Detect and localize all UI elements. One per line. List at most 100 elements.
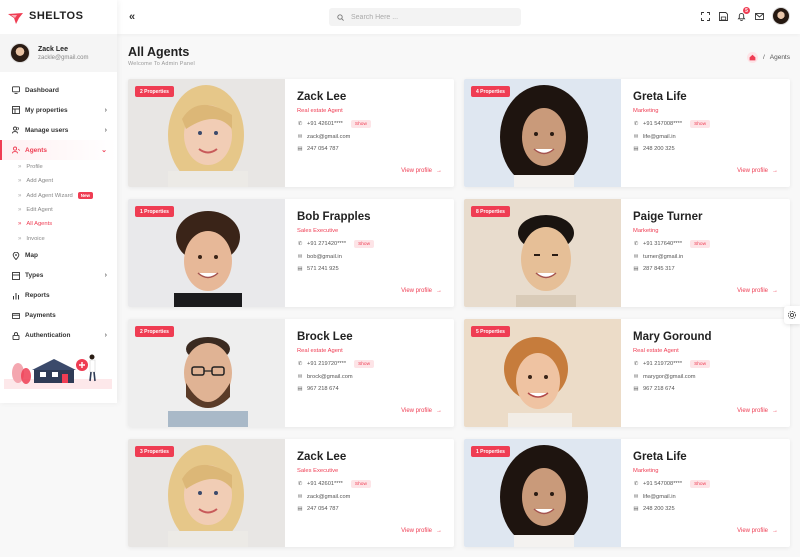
agent-fax: ▤ 248 200 325: [633, 506, 778, 512]
sidebar-item-agents[interactable]: Agents ⌄: [0, 140, 117, 160]
sidebar-item-manage-users[interactable]: Manage users ›: [0, 120, 117, 140]
user-email: zackle@gmail.com: [38, 54, 89, 61]
sidebar-item-label: Payments: [25, 312, 56, 320]
submenu-item-invoice[interactable]: Invoice: [18, 231, 117, 245]
collapse-sidebar-icon[interactable]: «: [129, 11, 135, 23]
submenu-label: Edit Agent: [26, 207, 53, 214]
agent-name: Bob Frapples: [297, 211, 371, 223]
sidebar-item-dashboard[interactable]: Dashboard: [0, 80, 117, 100]
sidebar-item-reports[interactable]: Reports: [0, 286, 117, 306]
show-phone-button[interactable]: Show: [354, 360, 375, 368]
printer-icon: ▤: [633, 386, 639, 392]
search-bar[interactable]: [329, 8, 521, 26]
sidebar-item-payments[interactable]: Payments: [0, 306, 117, 326]
agent-email: ✉ marygor@gmail.com: [633, 374, 778, 380]
view-profile-label: View profile: [401, 168, 432, 174]
breadcrumb: / Agents: [746, 52, 790, 63]
agent-card: 2 Properties Zack Lee Real estate Agent …: [128, 79, 454, 187]
agent-role: Real estate Agent: [297, 108, 343, 114]
home-icon[interactable]: [746, 52, 758, 63]
sidebar-item-authentication[interactable]: Authentication ›: [0, 326, 117, 346]
agent-card: 4 Properties Greta Life Marketing ✆ +91 5…: [464, 79, 790, 187]
sidebar-item-map[interactable]: Map: [0, 246, 117, 266]
show-phone-button[interactable]: Show: [350, 120, 371, 128]
bell-icon[interactable]: 5: [736, 7, 750, 21]
mail-icon: ✉: [297, 494, 303, 500]
agent-phone: ✆ +91 547008**** Show: [633, 480, 778, 488]
submenu-item-add-agent[interactable]: Add Agent: [18, 174, 117, 188]
submenu-item-add-agent-wizard[interactable]: Add Agent Wizard New: [18, 189, 117, 203]
properties-badge: 4 Properties: [471, 86, 510, 97]
fullscreen-icon[interactable]: [700, 11, 710, 21]
chevron-down-icon: ⌄: [101, 147, 107, 154]
phone-number: +91 547008****: [643, 121, 683, 127]
view-profile-link[interactable]: View profile →: [737, 408, 778, 414]
save-icon[interactable]: [718, 11, 728, 21]
fax-number: 967 218 674: [307, 386, 339, 392]
show-phone-button[interactable]: Show: [354, 240, 375, 248]
phone-icon: ✆: [633, 481, 639, 487]
submenu-item-profile[interactable]: Profile: [18, 160, 117, 174]
agent-fax: ▤ 247 054 787: [297, 506, 442, 512]
phone-number: +91 219720****: [307, 361, 347, 367]
settings-gear-icon[interactable]: [784, 306, 800, 324]
sidebar-item-my-properties[interactable]: My properties ›: [0, 100, 117, 120]
view-profile-link[interactable]: View profile →: [737, 168, 778, 174]
chevron-right-icon: ›: [104, 332, 107, 340]
agent-info: Zack Lee Sales Executive ✆ +91 42601**** S…: [285, 439, 454, 547]
mail-icon[interactable]: [754, 11, 764, 21]
logo[interactable]: SHELTOS: [0, 0, 117, 32]
arrow-right-icon: →: [772, 528, 778, 534]
submenu-item-edit-agent[interactable]: Edit Agent: [18, 203, 117, 217]
agent-name: Mary Goround: [633, 331, 712, 343]
show-phone-button[interactable]: Show: [690, 480, 711, 488]
header-actions: 5: [700, 7, 790, 25]
agent-info: Bob Frapples Sales Executive ✆ +91 271420…: [285, 199, 454, 307]
view-profile-link[interactable]: View profile →: [737, 288, 778, 294]
view-profile-link[interactable]: View profile →: [737, 528, 778, 534]
search-input[interactable]: [351, 13, 501, 21]
user-profile[interactable]: Zack Lee zackle@gmail.com: [0, 34, 117, 72]
agent-name: Zack Lee: [297, 451, 347, 463]
printer-icon: ▤: [297, 146, 303, 152]
agent-card: 1 Properties Bob Frapples Sales Executiv…: [128, 199, 454, 307]
sidebar-item-types[interactable]: Types ›: [0, 266, 117, 286]
page-subtitle: Welcome To Admin Panel: [128, 61, 195, 67]
phone-number: +91 42601****: [307, 481, 343, 487]
printer-icon: ▤: [633, 266, 639, 272]
email-address: turner@gmail.in: [643, 254, 684, 260]
agent-role: Real estate Agent: [297, 348, 343, 354]
view-profile-link[interactable]: View profile →: [401, 528, 442, 534]
show-phone-button[interactable]: Show: [350, 480, 371, 488]
submenu-item-all-agents[interactable]: All Agents: [18, 217, 117, 231]
agent-card: 3 Properties Zack Lee Sales Executive ✆ +…: [128, 439, 454, 547]
fax-number: 248 200 325: [643, 506, 675, 512]
phone-icon: ✆: [297, 241, 303, 247]
sidebar-nav: Dashboard My properties › Manage users ›…: [0, 80, 117, 346]
view-profile-label: View profile: [401, 528, 432, 534]
avatar[interactable]: [772, 7, 790, 25]
agent-email: ✉ life@gmail.in: [633, 134, 778, 140]
show-phone-button[interactable]: Show: [690, 240, 711, 248]
view-profile-link[interactable]: View profile →: [401, 408, 442, 414]
view-profile-link[interactable]: View profile →: [401, 168, 442, 174]
printer-icon: ▤: [297, 266, 303, 272]
logo-mark-icon: [8, 11, 23, 24]
avatar: [10, 43, 30, 63]
printer-icon: ▤: [297, 506, 303, 512]
agent-photo: 8 Properties: [464, 199, 621, 307]
agent-fax: ▤ 247 054 787: [297, 146, 442, 152]
phone-number: +91 42601****: [307, 121, 343, 127]
show-phone-button[interactable]: Show: [690, 120, 711, 128]
view-profile-link[interactable]: View profile →: [401, 288, 442, 294]
printer-icon: ▤: [297, 386, 303, 392]
view-profile-label: View profile: [737, 408, 768, 414]
show-phone-button[interactable]: Show: [690, 360, 711, 368]
agent-email: ✉ brock@gmail.com: [297, 374, 442, 380]
sidebar-item-label: Agents: [25, 146, 48, 154]
user-name: Zack Lee: [38, 45, 68, 53]
mail-icon: ✉: [633, 494, 639, 500]
submenu-label: Profile: [26, 164, 43, 171]
properties-badge: 8 Properties: [471, 206, 510, 217]
properties-badge: 1 Properties: [471, 446, 510, 457]
